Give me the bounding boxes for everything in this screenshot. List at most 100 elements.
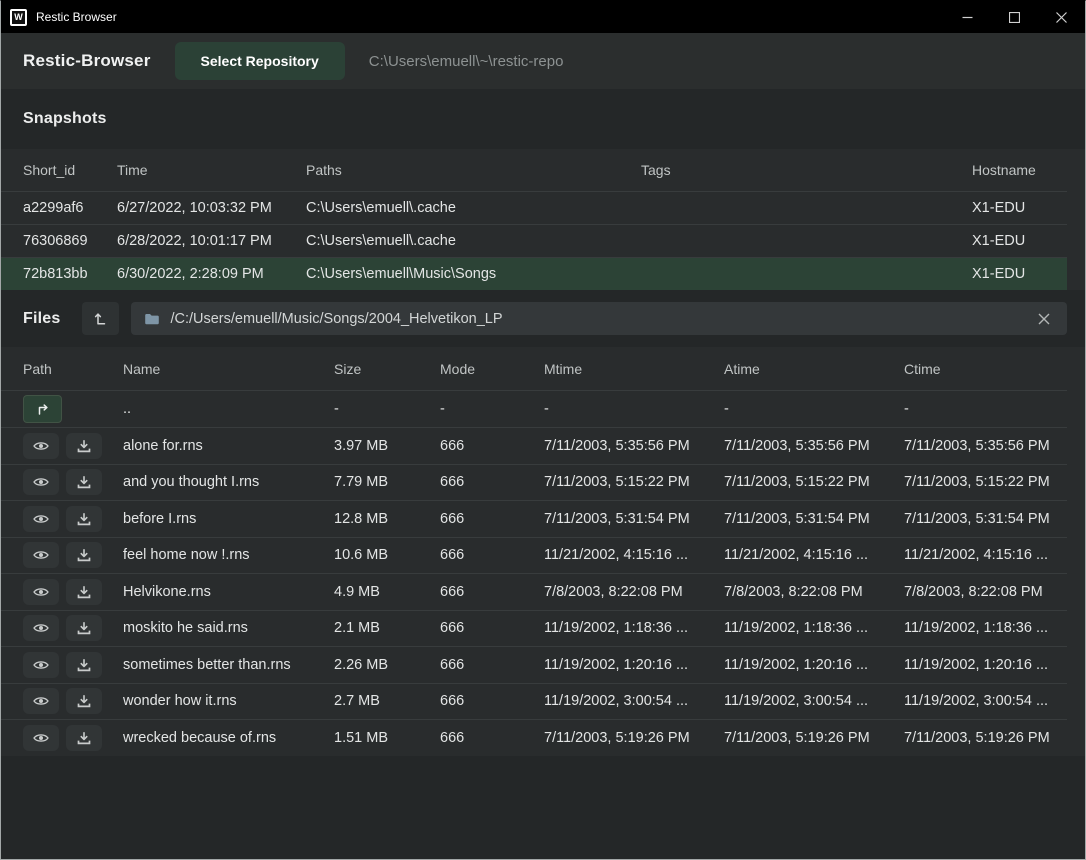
view-file-button[interactable]	[23, 579, 59, 605]
download-file-button[interactable]	[66, 615, 102, 641]
file-mode: 666	[440, 438, 544, 454]
view-file-button[interactable]	[23, 542, 59, 568]
select-repository-button[interactable]: Select Repository	[175, 42, 345, 80]
eye-icon	[33, 549, 49, 561]
eye-icon	[33, 513, 49, 525]
download-file-button[interactable]	[66, 725, 102, 751]
clear-path-button[interactable]	[1034, 309, 1054, 329]
view-file-button[interactable]	[23, 725, 59, 751]
file-atime: 7/11/2003, 5:35:56 PM	[724, 438, 904, 454]
snapshot-paths: C:\Users\emuell\.cache	[306, 200, 641, 216]
file-name: wrecked because of.rns	[123, 730, 334, 746]
file-ctime: 7/11/2003, 5:35:56 PM	[904, 438, 1067, 454]
view-file-button[interactable]	[23, 469, 59, 495]
file-size: 3.97 MB	[334, 438, 440, 454]
go-up-button[interactable]	[23, 395, 62, 423]
file-mode: 666	[440, 474, 544, 490]
download-file-button[interactable]	[66, 506, 102, 532]
snapshot-row[interactable]: 76306869 6/28/2022, 10:01:17 PM C:\Users…	[1, 224, 1067, 257]
file-size: 7.79 MB	[334, 474, 440, 490]
file-ctime: 7/11/2003, 5:19:26 PM	[904, 730, 1067, 746]
file-size: 4.9 MB	[334, 584, 440, 600]
eye-icon	[33, 732, 49, 744]
view-file-button[interactable]	[23, 652, 59, 678]
close-icon	[1056, 12, 1067, 23]
file-mtime: 7/11/2003, 5:35:56 PM	[544, 438, 724, 454]
download-file-button[interactable]	[66, 433, 102, 459]
file-size: -	[334, 401, 440, 417]
file-name: alone for.rns	[123, 438, 334, 454]
file-mtime: 11/19/2002, 1:20:16 ...	[544, 657, 724, 673]
file-atime: 11/19/2002, 1:18:36 ...	[724, 620, 904, 636]
snapshots-section-header: Snapshots	[1, 89, 1085, 149]
file-name: wonder how it.rns	[123, 693, 334, 709]
current-path-text: /C:/Users/emuell/Music/Songs/2004_Helvet…	[170, 311, 502, 327]
file-size: 2.7 MB	[334, 693, 440, 709]
snapshots-column-header: Short_id	[23, 162, 117, 178]
file-mode: 666	[440, 693, 544, 709]
snapshots-column-header: Time	[117, 162, 306, 178]
file-row: feel home now !.rns 10.6 MB 666 11/21/20…	[1, 537, 1067, 574]
file-ctime: 11/19/2002, 1:18:36 ...	[904, 620, 1067, 636]
view-file-button[interactable]	[23, 615, 59, 641]
file-mode: 666	[440, 511, 544, 527]
snapshot-time: 6/30/2022, 2:28:09 PM	[117, 266, 306, 282]
current-path-bar[interactable]: /C:/Users/emuell/Music/Songs/2004_Helvet…	[131, 302, 1067, 335]
download-file-button[interactable]	[66, 542, 102, 568]
view-file-button[interactable]	[23, 433, 59, 459]
view-file-button[interactable]	[23, 506, 59, 532]
clear-path-icon	[1038, 313, 1050, 325]
minimize-button[interactable]	[944, 1, 991, 33]
download-file-button[interactable]	[66, 579, 102, 605]
snapshot-row[interactable]: a2299af6 6/27/2022, 10:03:32 PM C:\Users…	[1, 191, 1067, 224]
eye-icon	[33, 440, 49, 452]
file-atime: 7/11/2003, 5:15:22 PM	[724, 474, 904, 490]
file-row: moskito he said.rns 2.1 MB 666 11/19/200…	[1, 610, 1067, 647]
window-controls	[944, 1, 1085, 33]
parent-directory-row: .. - - - - -	[1, 390, 1067, 427]
files-column-header: Atime	[724, 361, 904, 377]
snapshot-short-id: 72b813bb	[23, 266, 117, 282]
file-atime: 7/11/2003, 5:31:54 PM	[724, 511, 904, 527]
goto-root-button[interactable]	[82, 302, 119, 335]
snapshot-paths: C:\Users\emuell\.cache	[306, 233, 641, 249]
download-icon	[77, 621, 91, 635]
eye-icon	[33, 622, 49, 634]
files-column-header: Ctime	[904, 361, 1067, 377]
file-atime: 11/19/2002, 3:00:54 ...	[724, 693, 904, 709]
view-file-button[interactable]	[23, 688, 59, 714]
repository-path: C:\Users\emuell\~\restic-repo	[369, 53, 564, 70]
file-size: 2.26 MB	[334, 657, 440, 673]
snapshots-table-header: Short_idTimePathsTagsHostname	[1, 149, 1067, 191]
file-mtime: 11/21/2002, 4:15:16 ...	[544, 547, 724, 563]
snapshots-column-header: Hostname	[972, 162, 1067, 178]
file-ctime: 11/19/2002, 3:00:54 ...	[904, 693, 1067, 709]
snapshot-hostname: X1-EDU	[972, 233, 1067, 249]
file-ctime: 7/8/2003, 8:22:08 PM	[904, 584, 1067, 600]
maximize-button[interactable]	[991, 1, 1038, 33]
download-file-button[interactable]	[66, 469, 102, 495]
download-file-button[interactable]	[66, 688, 102, 714]
file-mode: 666	[440, 657, 544, 673]
snapshot-time: 6/27/2022, 10:03:32 PM	[117, 200, 306, 216]
file-mode: -	[440, 401, 544, 417]
file-atime: 11/19/2002, 1:20:16 ...	[724, 657, 904, 673]
file-mode: 666	[440, 584, 544, 600]
snapshot-short-id: 76306869	[23, 233, 117, 249]
download-icon	[77, 658, 91, 672]
files-table: PathNameSizeModeMtimeAtimeCtime .. - - -…	[1, 347, 1085, 756]
files-title: Files	[23, 310, 60, 328]
file-name: and you thought I.rns	[123, 474, 334, 490]
file-row: alone for.rns 3.97 MB 666 7/11/2003, 5:3…	[1, 427, 1067, 464]
file-ctime: 11/19/2002, 1:20:16 ...	[904, 657, 1067, 673]
snapshot-row[interactable]: 72b813bb 6/30/2022, 2:28:09 PM C:\Users\…	[1, 257, 1067, 290]
file-mtime: 7/11/2003, 5:19:26 PM	[544, 730, 724, 746]
app-window: W Restic Browser Restic-Browser Select R…	[0, 0, 1086, 860]
arrow-up-right-icon	[35, 401, 51, 417]
file-row: before I.rns 12.8 MB 666 7/11/2003, 5:31…	[1, 500, 1067, 537]
file-row: wrecked because of.rns 1.51 MB 666 7/11/…	[1, 719, 1067, 756]
download-file-button[interactable]	[66, 652, 102, 678]
close-button[interactable]	[1038, 1, 1085, 33]
titlebar: W Restic Browser	[1, 1, 1085, 33]
file-ctime: 11/21/2002, 4:15:16 ...	[904, 547, 1067, 563]
